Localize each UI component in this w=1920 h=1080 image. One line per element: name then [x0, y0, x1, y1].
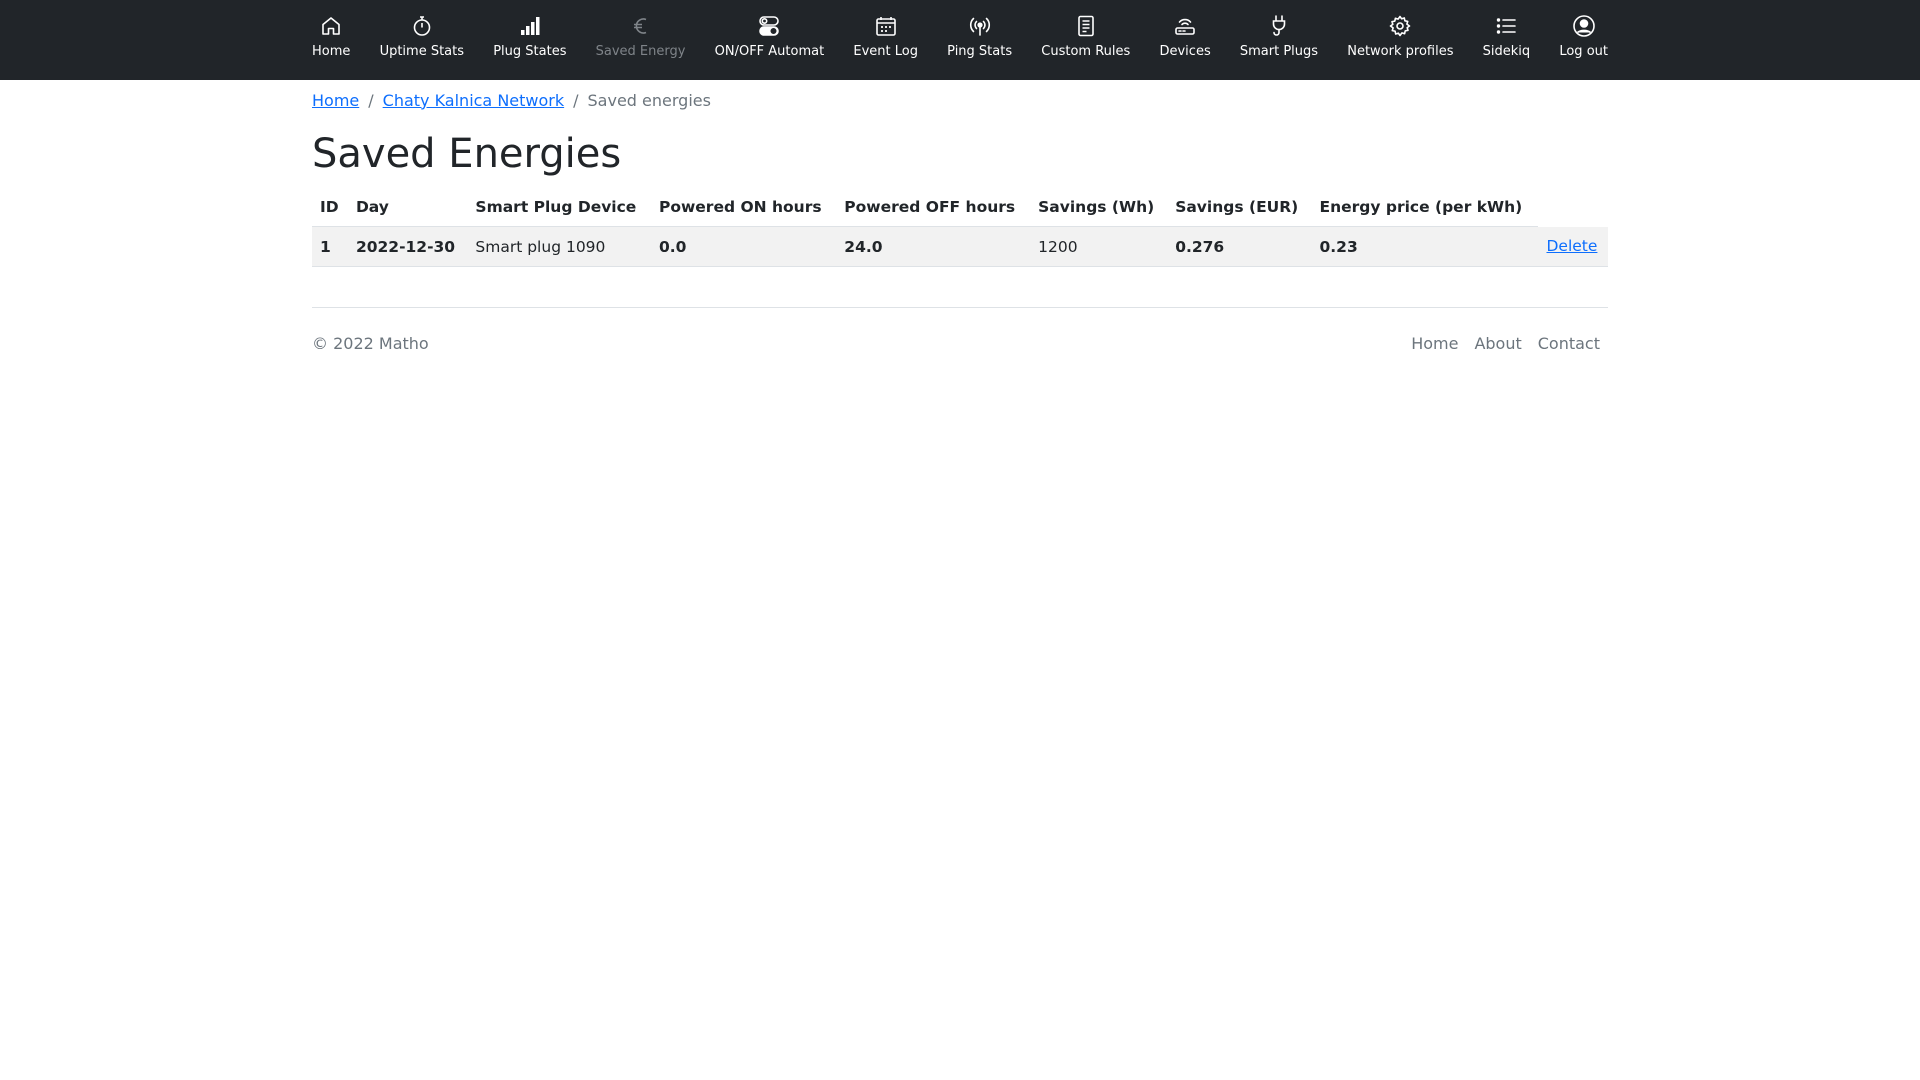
nav-log-out[interactable]: Log out — [1559, 14, 1608, 59]
main-content: Home / Chaty Kalnica Network / Saved ene… — [312, 90, 1608, 353]
table-row: 1 2022-12-30 Smart plug 1090 0.0 24.0 12… — [312, 226, 1608, 267]
footer-contact-link[interactable]: Contact — [1538, 334, 1600, 353]
nav-event-log-label: Event Log — [853, 44, 918, 59]
breadcrumb-network-link[interactable]: Chaty Kalnica Network — [383, 91, 564, 110]
stopwatch-icon — [410, 14, 434, 38]
nav-custom-rules[interactable]: Custom Rules — [1041, 14, 1130, 59]
column-header-on-hours: Powered ON hours — [650, 188, 837, 227]
footer-nav: Home About Contact — [1411, 334, 1600, 353]
nav-log-out-label: Log out — [1559, 44, 1608, 59]
column-header-device: Smart Plug Device — [467, 188, 651, 227]
plug-icon — [1267, 14, 1291, 38]
saved-energies-table: ID Day Smart Plug Device Powered ON hour… — [312, 188, 1608, 267]
nav-on-off-automat[interactable]: ON/OFF Automat — [714, 14, 825, 59]
nav-smart-plugs[interactable]: Smart Plugs — [1240, 14, 1318, 59]
cell-day: 2022-12-30 — [347, 226, 468, 267]
column-header-actions — [1538, 188, 1608, 227]
column-header-id: ID — [312, 188, 348, 227]
nav-network-profiles-label: Network profiles — [1347, 44, 1454, 59]
nav-custom-rules-label: Custom Rules — [1041, 44, 1131, 59]
nav-uptime-stats[interactable]: Uptime Stats — [380, 14, 464, 59]
nav-network-profiles[interactable]: Network profiles — [1347, 14, 1453, 59]
nav-ping-stats-label: Ping Stats — [947, 44, 1013, 59]
cell-on-hours: 0.0 — [650, 226, 837, 267]
calendar-icon — [874, 14, 898, 38]
column-header-price: Energy price (per kWh) — [1311, 188, 1539, 227]
nav-plug-states[interactable]: Plug States — [493, 14, 566, 59]
nav-sidekiq-label: Sidekiq — [1482, 44, 1531, 59]
breadcrumb-separator: / — [573, 90, 579, 110]
table-header-row: ID Day Smart Plug Device Powered ON hour… — [312, 188, 1608, 227]
cell-savings-wh: 1200 — [1030, 226, 1168, 267]
column-header-savings-eur: Savings (EUR) — [1167, 188, 1312, 227]
nav-smart-plugs-label: Smart Plugs — [1239, 44, 1319, 59]
cell-off-hours: 24.0 — [836, 226, 1031, 267]
footer: © 2022 Matho Home About Contact — [312, 307, 1608, 353]
column-header-day: Day — [347, 188, 468, 227]
nav-sidekiq[interactable]: Sidekiq — [1482, 14, 1531, 59]
cell-savings-eur: 0.276 — [1167, 226, 1312, 267]
footer-home-link[interactable]: Home — [1411, 334, 1458, 353]
person-circle-icon — [1572, 14, 1596, 38]
copyright: © 2022 Matho — [312, 334, 429, 353]
cell-actions: Delete — [1538, 226, 1608, 267]
breadcrumb-current: Saved energies — [587, 90, 711, 110]
nav-on-off-automat-label: ON/OFF Automat — [714, 44, 825, 59]
delete-link[interactable]: Delete — [1546, 237, 1597, 255]
nav-devices-label: Devices — [1159, 44, 1211, 59]
column-header-savings-wh: Savings (Wh) — [1030, 188, 1168, 227]
nav-devices[interactable]: Devices — [1159, 14, 1211, 59]
nav-saved-energy[interactable]: Saved Energy — [595, 14, 686, 59]
toggles-icon — [757, 14, 781, 38]
nav-plug-states-label: Plug States — [493, 44, 567, 59]
cell-id: 1 — [312, 226, 348, 267]
nav-items: Home Uptime Stats Plug States Saved Ener… — [312, 0, 1608, 59]
top-navbar: Home Uptime Stats Plug States Saved Ener… — [0, 0, 1920, 80]
gear-icon — [1388, 14, 1412, 38]
cell-device: Smart plug 1090 — [467, 226, 651, 267]
broadcast-icon — [968, 14, 992, 38]
nav-home[interactable]: Home — [312, 14, 350, 59]
document-icon — [1074, 14, 1098, 38]
footer-about-link[interactable]: About — [1474, 334, 1521, 353]
nav-home-label: Home — [312, 44, 351, 59]
home-icon — [319, 14, 343, 38]
nav-event-log[interactable]: Event Log — [853, 14, 918, 59]
column-header-off-hours: Powered OFF hours — [836, 188, 1031, 227]
router-icon — [1173, 14, 1197, 38]
nav-uptime-stats-label: Uptime Stats — [379, 44, 465, 59]
list-icon — [1494, 14, 1518, 38]
bar-chart-icon — [518, 14, 542, 38]
breadcrumb-home-link[interactable]: Home — [312, 91, 359, 110]
cell-price: 0.23 — [1311, 226, 1539, 267]
nav-saved-energy-label: Saved Energy — [595, 44, 686, 59]
euro-icon — [629, 14, 653, 38]
nav-ping-stats[interactable]: Ping Stats — [947, 14, 1012, 59]
page-title: Saved Energies — [312, 131, 622, 177]
breadcrumb: Home / Chaty Kalnica Network / Saved ene… — [312, 90, 1608, 110]
breadcrumb-separator: / — [368, 90, 374, 110]
